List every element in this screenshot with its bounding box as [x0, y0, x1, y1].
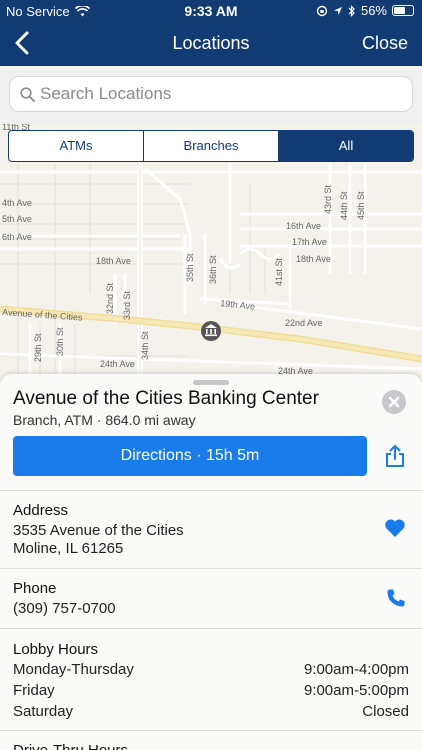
favorite-heart-icon[interactable] — [384, 518, 406, 538]
hours-day: Monday-Thursday — [13, 661, 134, 678]
search-icon — [20, 87, 35, 102]
nav-bar: Locations Close — [0, 22, 422, 66]
map-label: 34th St — [140, 331, 150, 360]
tab-branches[interactable]: Branches — [144, 131, 279, 161]
hours-time: 9:00am-5:00pm — [303, 682, 409, 699]
lobby-hours-heading: Lobby Hours — [13, 641, 99, 658]
close-icon — [388, 396, 400, 408]
phone-call-icon[interactable] — [386, 588, 406, 608]
divider — [0, 568, 422, 569]
address-line1: 3535 Avenue of the Cities — [13, 522, 184, 539]
location-detail-sheet: Avenue of the Cities Banking Center Bran… — [0, 374, 422, 750]
app-header: No Service 9:33 AM 56% Locations Close — [0, 0, 422, 66]
sheet-grabber-handle[interactable] — [193, 380, 229, 385]
share-icon[interactable] — [384, 444, 406, 468]
search-bar-area — [0, 66, 422, 126]
directions-button[interactable]: Directions · 15h 5m — [13, 436, 367, 476]
map-label: 22nd Ave — [285, 318, 322, 328]
map-label: 33rd St — [122, 290, 132, 320]
hours-day: Friday — [13, 682, 55, 699]
battery-icon — [392, 5, 414, 16]
bank-location-pin[interactable] — [201, 321, 221, 341]
map-label: 18th Ave — [296, 254, 331, 264]
map-label: 32nd St — [105, 282, 115, 314]
map-label: 16th Ave — [286, 221, 321, 231]
map-label: 18th Ave — [96, 256, 131, 266]
drive-thru-heading: Drive-Thru Hours — [13, 742, 128, 750]
map-label: 30th St — [55, 327, 65, 356]
map-label: 35th St — [185, 253, 195, 282]
tab-all[interactable]: All — [279, 131, 413, 161]
page-title: Locations — [172, 33, 250, 53]
status-bar: No Service 9:33 AM 56% — [0, 0, 422, 22]
map-label: 6th Ave — [2, 232, 32, 242]
tab-atms[interactable]: ATMs — [9, 131, 144, 161]
map-label: 24th Ave — [278, 366, 313, 374]
map-label: 29th St — [33, 333, 43, 362]
map-label: 41st St — [274, 257, 284, 286]
phone-heading: Phone — [13, 580, 57, 597]
dismiss-sheet-button[interactable] — [382, 390, 406, 414]
location-name: Avenue of the Cities Banking Center — [13, 388, 319, 409]
address-heading: Address — [13, 502, 69, 519]
hours-time: 9:00am-4:00pm — [303, 661, 409, 678]
hours-time: Closed — [362, 703, 409, 720]
map-label: 24th Ave — [100, 359, 135, 369]
search-box — [9, 76, 413, 112]
location-subtitle: Branch, ATM · 864.0 mi away — [13, 412, 196, 428]
address-line2: Moline, IL 61265 — [13, 540, 124, 557]
map-label: 43rd St — [323, 184, 333, 214]
map-label: 44th St — [339, 191, 349, 220]
lock-rotation-icon — [316, 5, 328, 16]
hours-day: Saturday — [13, 703, 74, 720]
location-arrow-icon — [333, 6, 342, 15]
map-label: 4th Ave — [2, 198, 32, 208]
divider — [0, 730, 422, 731]
map-label: 36th St — [208, 255, 218, 284]
battery-percent: 56% — [360, 3, 387, 18]
map-label: 17th Ave — [292, 237, 327, 247]
divider — [0, 628, 422, 629]
map-label: 45th St — [356, 191, 366, 220]
divider — [0, 490, 422, 491]
search-input[interactable] — [40, 77, 400, 111]
bluetooth-icon — [348, 4, 355, 17]
map-label: 5th Ave — [2, 214, 32, 224]
location-filter-tabs: ATMs Branches All — [8, 130, 414, 162]
phone-number[interactable]: (309) 757-0700 — [13, 600, 116, 617]
close-button[interactable]: Close — [362, 33, 408, 54]
